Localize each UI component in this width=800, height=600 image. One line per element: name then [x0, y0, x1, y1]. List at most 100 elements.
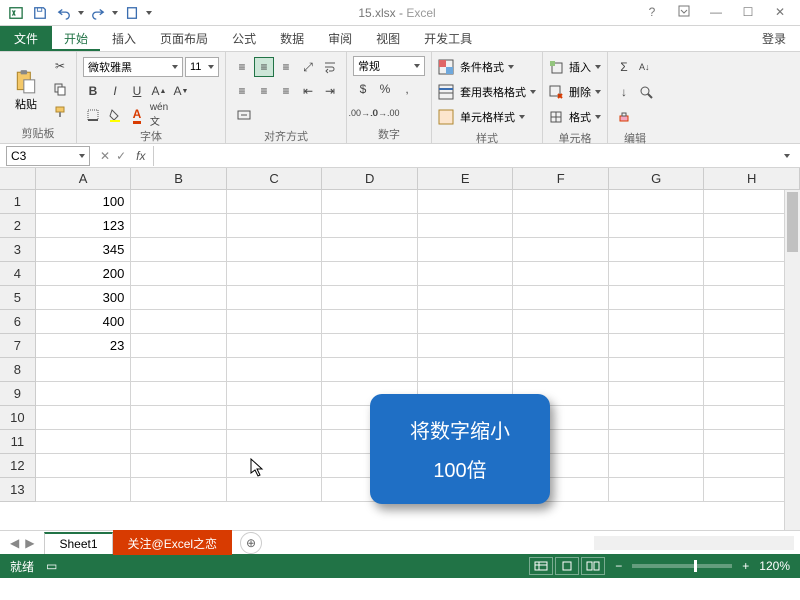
cell[interactable] [513, 262, 609, 286]
row-header[interactable]: 10 [0, 406, 36, 430]
cell[interactable] [227, 286, 323, 310]
formula-tab[interactable]: 公式 [220, 26, 268, 51]
view-tab[interactable]: 视图 [364, 26, 412, 51]
align-center-icon[interactable]: ≡ [254, 81, 274, 101]
data-tab[interactable]: 数据 [268, 26, 316, 51]
cancel-formula-icon[interactable]: ✕ [100, 149, 110, 163]
cell[interactable] [131, 430, 227, 454]
font-size-select[interactable]: 11 [185, 57, 219, 77]
cell[interactable] [322, 286, 418, 310]
cell[interactable] [609, 382, 705, 406]
cell[interactable] [131, 214, 227, 238]
cell[interactable] [227, 382, 323, 406]
cell[interactable] [418, 238, 514, 262]
cell[interactable] [609, 190, 705, 214]
cell[interactable] [609, 334, 705, 358]
cell[interactable] [227, 406, 323, 430]
row-header[interactable]: 11 [0, 430, 36, 454]
cell[interactable] [131, 454, 227, 478]
login-link[interactable]: 登录 [748, 26, 800, 51]
row-header[interactable]: 3 [0, 238, 36, 262]
currency-icon[interactable]: $ [353, 79, 373, 99]
indent-decrease-icon[interactable]: ⇤ [298, 81, 318, 101]
column-header[interactable]: B [131, 168, 227, 190]
cell[interactable] [131, 358, 227, 382]
format-cells-button[interactable]: 格式 [549, 106, 601, 128]
cell[interactable] [36, 358, 132, 382]
redo-icon[interactable] [88, 3, 108, 23]
comma-icon[interactable]: , [397, 79, 417, 99]
row-header[interactable]: 7 [0, 334, 36, 358]
insert-tab[interactable]: 插入 [100, 26, 148, 51]
cell[interactable]: 123 [36, 214, 132, 238]
file-tab[interactable]: 文件 [0, 26, 52, 51]
cell[interactable] [418, 358, 514, 382]
tab-prev-icon[interactable]: ◀ [10, 536, 19, 550]
cell[interactable] [227, 238, 323, 262]
select-all-corner[interactable] [0, 168, 36, 190]
cell[interactable] [227, 358, 323, 382]
cell[interactable] [36, 430, 132, 454]
cell[interactable] [322, 358, 418, 382]
cell[interactable] [36, 478, 132, 502]
row-header[interactable]: 4 [0, 262, 36, 286]
column-header[interactable]: H [704, 168, 800, 190]
delete-cells-button[interactable]: 删除 [549, 81, 601, 103]
number-format-select[interactable]: 常规 [353, 56, 425, 76]
horizontal-scrollbar[interactable] [594, 536, 794, 550]
column-header[interactable]: F [513, 168, 609, 190]
formula-input[interactable] [153, 146, 784, 166]
cell[interactable] [227, 214, 323, 238]
page-layout-view-icon[interactable] [555, 557, 579, 575]
cell[interactable] [131, 190, 227, 214]
cell[interactable] [36, 454, 132, 478]
minimize-icon[interactable]: — [706, 5, 726, 20]
cell[interactable] [513, 286, 609, 310]
layout-tab[interactable]: 页面布局 [148, 26, 220, 51]
align-right-icon[interactable]: ≡ [276, 81, 296, 101]
cell[interactable]: 300 [36, 286, 132, 310]
cell[interactable] [609, 358, 705, 382]
insert-cells-button[interactable]: 插入 [549, 56, 601, 78]
zoom-out-button[interactable]: − [615, 559, 622, 573]
cell[interactable] [609, 310, 705, 334]
zoom-in-button[interactable]: + [742, 559, 749, 573]
cell[interactable]: 400 [36, 310, 132, 334]
maximize-icon[interactable]: ☐ [738, 5, 758, 20]
percent-icon[interactable]: % [375, 79, 395, 99]
column-header[interactable]: E [418, 168, 514, 190]
cell[interactable]: 345 [36, 238, 132, 262]
row-header[interactable]: 8 [0, 358, 36, 382]
enter-formula-icon[interactable]: ✓ [116, 149, 126, 163]
column-header[interactable]: A [36, 168, 132, 190]
copy-icon[interactable] [50, 79, 70, 99]
underline-button[interactable]: U [127, 81, 147, 101]
cell[interactable] [131, 478, 227, 502]
cell[interactable] [322, 262, 418, 286]
cell[interactable] [227, 310, 323, 334]
cell[interactable] [513, 214, 609, 238]
font-color-button[interactable]: A [127, 105, 147, 125]
cell[interactable] [36, 382, 132, 406]
merge-cells-icon[interactable] [232, 105, 256, 125]
save-icon[interactable] [30, 3, 50, 23]
excel-icon[interactable] [6, 3, 26, 23]
italic-button[interactable]: I [105, 81, 125, 101]
row-header[interactable]: 13 [0, 478, 36, 502]
cell[interactable]: 100 [36, 190, 132, 214]
record-macro-icon[interactable]: ▭ [46, 559, 57, 573]
cell[interactable] [418, 190, 514, 214]
cell[interactable] [131, 310, 227, 334]
font-increase-icon[interactable]: A▲ [149, 81, 169, 101]
ribbon-collapse-icon[interactable] [674, 5, 694, 20]
add-sheet-button[interactable]: ⊕ [240, 532, 262, 554]
cell[interactable] [418, 214, 514, 238]
undo-icon[interactable] [54, 3, 74, 23]
cell-styles-button[interactable]: 单元格样式 [438, 106, 536, 128]
decrease-decimal-icon[interactable]: .0→.00 [375, 103, 395, 123]
cell[interactable] [227, 190, 323, 214]
cell[interactable] [322, 190, 418, 214]
align-middle-icon[interactable]: ≡ [254, 57, 274, 77]
cell[interactable]: 23 [36, 334, 132, 358]
indent-increase-icon[interactable]: ⇥ [320, 81, 340, 101]
